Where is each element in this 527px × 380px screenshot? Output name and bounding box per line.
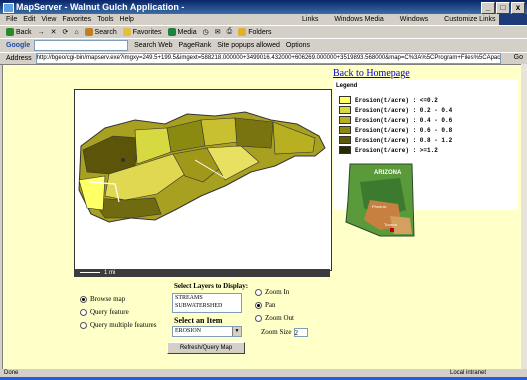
study-area-marker <box>390 228 394 232</box>
radio-zoom-in[interactable] <box>255 288 262 296</box>
media-icon <box>167 28 176 36</box>
zone-indicator: Local intranet <box>450 370 487 376</box>
popup-blocker-button[interactable]: Site popups allowed <box>217 42 280 49</box>
ie-icon <box>3 3 14 13</box>
pagerank-indicator: PageRank <box>178 42 212 49</box>
legend-swatch <box>339 126 351 134</box>
phoenix-label: Phoenix <box>372 204 386 209</box>
tucson-label: Tucson <box>384 222 397 227</box>
mode-browse[interactable]: Browse map <box>80 295 125 303</box>
menu-edit[interactable]: Edit <box>23 16 35 23</box>
mode-query[interactable]: Query feature <box>80 308 129 316</box>
close-button[interactable]: x <box>511 2 525 14</box>
menu-file[interactable]: File <box>6 16 17 23</box>
favorites-button[interactable]: Favorites <box>122 28 162 36</box>
radio-query-multiple[interactable] <box>80 321 87 329</box>
back-button[interactable]: Back <box>6 28 32 36</box>
google-logo: Google <box>6 42 31 49</box>
legend-item: Erosion(t/acre) : <=0.2 <box>339 96 438 104</box>
search-icon <box>84 28 93 36</box>
google-toolbar: Google Search Web PageRank Site popups a… <box>0 38 527 53</box>
radio-browse-map[interactable] <box>80 295 87 303</box>
legend-swatch <box>339 96 351 104</box>
menu-tools[interactable]: Tools <box>97 16 113 23</box>
link-windows-media[interactable]: Windows Media <box>334 14 383 25</box>
legend-item: Erosion(t/acre) : 0.6 - 0.8 <box>339 126 452 134</box>
legend-swatch <box>339 136 351 144</box>
item-select[interactable]: EROSION ▼ <box>172 326 242 337</box>
media-button[interactable]: Media <box>167 28 197 36</box>
refresh-icon[interactable]: ⟳ <box>62 28 68 36</box>
back-arrow-icon <box>6 28 14 36</box>
star-icon <box>122 28 131 36</box>
legend-item: Erosion(t/acre) : 0.2 - 0.4 <box>339 106 452 114</box>
map-feature-point[interactable] <box>121 158 125 162</box>
layer-option-streams[interactable]: STREAMS <box>175 294 241 302</box>
chevron-down-icon[interactable]: ▼ <box>232 327 241 336</box>
link-customize[interactable]: Customize Links <box>444 14 495 25</box>
layer-option-subwatershed[interactable]: SUBWATERSHED <box>175 302 241 310</box>
item-heading: Select an Item <box>174 316 223 325</box>
legend-item: Erosion(t/acre) : 0.8 - 1.2 <box>339 136 452 144</box>
menu-bar: File Edit View Favorites Tools Help Link… <box>0 14 527 25</box>
menu-view[interactable]: View <box>41 16 56 23</box>
zoom-size-label: Zoom Size <box>261 328 292 337</box>
radio-zoom-out[interactable] <box>255 314 262 322</box>
arizona-locator-map: ARIZONA Phoenix Tucson <box>340 160 425 240</box>
history-icon[interactable]: ◷ <box>203 28 209 36</box>
window-title: MapServer - Walnut Gulch Application - <box>16 2 185 12</box>
home-icon[interactable]: ⌂ <box>74 29 78 36</box>
minimize-button[interactable]: _ <box>481 2 495 14</box>
address-input[interactable]: http://bgeo/cgi-bin/mapserv.exe?imgxy=24… <box>35 53 501 64</box>
legend-swatch <box>339 116 351 124</box>
link-windows[interactable]: Windows <box>400 14 428 25</box>
arizona-map-image: ARIZONA Phoenix Tucson <box>345 163 415 237</box>
forward-icon[interactable]: → <box>38 29 45 36</box>
folders-button[interactable]: Folders <box>238 28 272 36</box>
back-to-homepage-link[interactable]: Back to Homepage <box>333 68 410 79</box>
legend-item: Erosion(t/acre) : >=1.2 <box>339 146 438 154</box>
item-select-value: EROSION <box>175 328 202 334</box>
mode-query-multiple[interactable]: Query multiple features <box>80 321 156 329</box>
menu-favorites[interactable]: Favorites <box>62 16 91 23</box>
mail-icon[interactable]: ✉ <box>215 28 221 36</box>
address-label: Address <box>6 55 32 62</box>
zoom-size-input[interactable]: 2 <box>293 328 308 337</box>
map-controls-form: Select Layers to Display: STREAMS SUBWAT… <box>74 277 330 357</box>
standard-toolbar: Back → ✕ ⟳ ⌂ Search Favorites Media ◷ ✉ … <box>0 25 527 39</box>
watershed-map[interactable] <box>75 90 331 270</box>
legend-swatch <box>339 146 351 154</box>
folder-icon <box>238 28 247 36</box>
window-title-bar: MapServer - Walnut Gulch Application - _… <box>0 0 527 14</box>
radio-pan[interactable] <box>255 301 262 309</box>
radio-query-feature[interactable] <box>80 308 87 316</box>
layers-listbox[interactable]: STREAMS SUBWATERSHED <box>172 293 242 313</box>
zoom-size: Zoom Size 2 <box>261 328 308 337</box>
legend-swatch <box>339 106 351 114</box>
menu-help[interactable]: Help <box>120 16 134 23</box>
stop-icon[interactable]: ✕ <box>51 28 57 36</box>
layers-heading: Select Layers to Display: <box>174 282 249 290</box>
zoom-out-option[interactable]: Zoom Out <box>255 314 294 322</box>
zoom-in-option[interactable]: Zoom In <box>255 288 289 296</box>
map-view[interactable] <box>74 89 332 271</box>
pan-option[interactable]: Pan <box>255 301 276 309</box>
legend-title: Legend <box>336 83 358 89</box>
go-button[interactable]: Go <box>514 54 523 61</box>
scale-line <box>80 272 100 273</box>
scale-label: 1 mi <box>104 270 116 276</box>
google-search-web-button[interactable]: Search Web <box>134 42 172 49</box>
google-options-button[interactable]: Options <box>286 42 310 49</box>
legend-item: Erosion(t/acre) : 0.4 - 0.6 <box>339 116 452 124</box>
scale-bar: 1 mi <box>74 269 330 277</box>
google-search-input[interactable] <box>34 40 129 51</box>
maximize-button[interactable]: □ <box>496 2 510 14</box>
print-icon[interactable]: ⎙ <box>227 28 233 36</box>
status-text: Done <box>4 370 19 376</box>
search-button[interactable]: Search <box>84 28 117 36</box>
vertical-scrollbar[interactable] <box>521 64 527 369</box>
arizona-label: ARIZONA <box>374 170 402 176</box>
refresh-query-button[interactable]: Refresh/Query Map <box>167 342 245 354</box>
links-label[interactable]: Links <box>302 14 318 25</box>
